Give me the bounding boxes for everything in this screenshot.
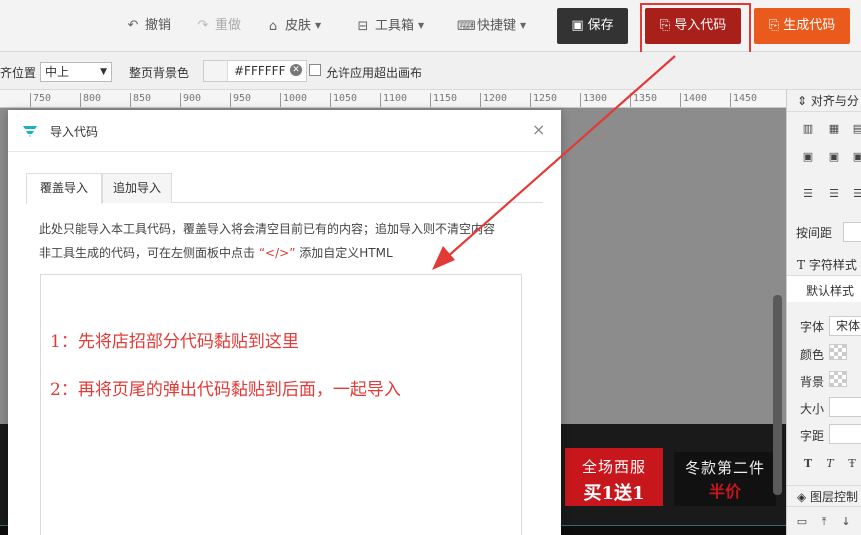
layer-control-header[interactable]: ◈ 图层控制 <box>787 485 861 507</box>
distribute-icon[interactable]: ☰ <box>851 188 861 200</box>
pin-icon: ⇕ <box>797 94 811 108</box>
ruler-tick: 900 <box>179 93 202 107</box>
align-left-icon[interactable]: ▥ <box>801 123 815 135</box>
page-bg-color-input[interactable]: #FFFFFF ✕ <box>203 60 307 82</box>
ruler-tick: 1250 <box>529 93 558 107</box>
code-icon: “</>” <box>258 246 296 260</box>
ruler-tick: 800 <box>79 93 102 107</box>
code-textarea[interactable]: 1：先将店招部分代码黏贴到这里 2：再将页尾的弹出代码黏贴到后面，一起导入 <box>40 274 522 535</box>
ruler-tick: 1050 <box>329 93 358 107</box>
instruction-step-1: 1：先将店招部分代码黏贴到这里 <box>50 332 299 352</box>
redo-button[interactable]: ↷ 重做 <box>195 16 241 36</box>
export-icon: ⎘ <box>768 18 780 33</box>
undo-button[interactable]: ↶ 撤销 <box>125 16 171 36</box>
keyboard-icon: ⌨ <box>457 18 476 34</box>
text-icon: T <box>797 258 809 272</box>
promo-winter: 冬款第二件 半价 <box>674 452 776 506</box>
align-panel-header[interactable]: ⇕ 对齐与分 <box>787 90 861 112</box>
generate-code-button[interactable]: ⎘ 生成代码 <box>754 8 850 44</box>
text-color-swatch[interactable] <box>829 344 847 360</box>
chevron-down-icon: ▼ <box>100 67 107 77</box>
spacing-label: 按间距 <box>796 226 833 240</box>
bold-icon[interactable]: T <box>801 458 815 470</box>
font-label: 字体 <box>800 320 825 334</box>
strikethrough-icon[interactable]: Ŧ <box>845 458 859 470</box>
chevron-down-icon: ▼ <box>520 21 527 30</box>
ruler-tick: 950 <box>229 93 252 107</box>
italic-icon[interactable]: T <box>823 458 837 470</box>
ruler-tick: 1450 <box>729 93 758 107</box>
tab-overwrite-import[interactable]: 覆盖导入 <box>26 173 102 204</box>
move-down-icon[interactable]: ↓ <box>839 516 853 528</box>
letter-spacing-input[interactable] <box>829 424 861 444</box>
ruler-tick: 1100 <box>379 93 408 107</box>
color-label: 颜色 <box>800 348 825 362</box>
redo-icon: ↷ <box>197 18 209 33</box>
close-icon[interactable]: × <box>532 120 545 139</box>
import-code-dialog: 导入代码 × 覆盖导入 追加导入 此处只能导入本工具代码，覆盖导入将会清空目前已… <box>8 110 561 535</box>
overflow-label: 允许应用超出画布 <box>326 66 423 80</box>
bring-front-icon[interactable]: ⤒ <box>817 516 831 528</box>
size-label: 大小 <box>800 402 825 416</box>
toolbox-menu[interactable]: ⊟ 工具箱 ▼ <box>355 16 425 36</box>
ruler-tick: 1150 <box>429 93 458 107</box>
color-swatch[interactable] <box>204 61 228 81</box>
layers-icon: ◈ <box>797 490 811 504</box>
chevron-down-icon: ▼ <box>418 21 425 30</box>
chevron-down-icon: ▼ <box>315 21 322 30</box>
logo-icon <box>23 126 37 137</box>
import-tabs: 覆盖导入 追加导入 <box>26 173 543 204</box>
instruction-step-2: 2：再将页尾的弹出代码黏贴到后面，一起导入 <box>50 380 401 400</box>
align-select[interactable]: 中上 ▼ <box>40 62 112 82</box>
page-bg-label: 整页背景色 <box>129 66 190 80</box>
folder-icon[interactable]: ▭ <box>795 516 809 528</box>
dialog-header: 导入代码 × <box>8 110 561 152</box>
import-code-button[interactable]: ⎘ 导入代码 <box>645 8 741 44</box>
import-icon: ⎘ <box>659 18 671 33</box>
background-label: 背景 <box>800 375 825 389</box>
ruler-tick: 750 <box>29 93 52 107</box>
ruler-tick: 1000 <box>279 93 308 107</box>
default-style-tab[interactable]: 默认样式 <box>787 276 861 302</box>
horizontal-ruler: 750 800 850 900 950 1000 1050 1100 1150 1200 1250 1… <box>0 90 790 108</box>
dialog-title: 导入代码 <box>50 125 99 139</box>
text-style-header[interactable]: T 字符样式 <box>787 254 861 276</box>
size-input[interactable] <box>829 397 861 417</box>
shirt-icon: ⌂ <box>268 18 278 34</box>
property-bar: 齐位置 中上 ▼ 整页背景色 #FFFFFF ✕ 允许应用超出画布 <box>0 52 861 90</box>
skin-menu[interactable]: ⌂ 皮肤 ▼ <box>265 16 321 36</box>
align-middle-icon[interactable]: ▣ <box>827 151 841 163</box>
ruler-tick: 1300 <box>579 93 608 107</box>
undo-icon: ↶ <box>127 18 139 33</box>
canvas-scrollbar[interactable] <box>773 295 782 495</box>
toolbox-icon: ⊟ <box>357 18 369 34</box>
promo-suits: 全场西服 买1送1 <box>565 448 663 506</box>
save-button[interactable]: ▣ 保存 <box>557 8 628 44</box>
top-toolbar: ↶ 撤销 ↷ 重做 ⌂ 皮肤 ▼ ⊟ 工具箱 ▼ ⌨快捷键 ▼ ▣ 保存 ⎘ 导入代码 ⎘ 生成代码 <box>0 0 861 52</box>
align-bottom-icon[interactable]: ▣ <box>851 151 861 163</box>
import-description: 此处只能导入本工具代码，覆盖导入将会清空目前已有的内容；追加导入则不清空内容 <box>39 222 496 236</box>
align-center-icon[interactable]: ▦ <box>827 123 841 135</box>
align-top-icon[interactable]: ▣ <box>801 151 815 163</box>
tab-append-import[interactable]: 追加导入 <box>102 173 172 203</box>
ruler-tick: 1350 <box>629 93 658 107</box>
distribute-h-icon[interactable]: ☰ <box>801 188 815 200</box>
text-bg-swatch[interactable] <box>829 371 847 387</box>
save-icon: ▣ <box>571 18 584 33</box>
overflow-checkbox[interactable] <box>309 64 321 76</box>
ruler-tick: 850 <box>129 93 152 107</box>
spacing-input[interactable] <box>843 222 861 242</box>
custom-html-hint: 非工具生成的代码，可在左侧面板中点击 “</>” 添加自定义HTML <box>39 246 393 260</box>
align-label: 齐位置 <box>0 66 37 80</box>
ruler-tick: 1200 <box>479 93 508 107</box>
align-right-icon[interactable]: ▤ <box>851 123 861 135</box>
letter-spacing-label: 字距 <box>800 429 825 443</box>
font-select[interactable]: 宋体 <box>829 316 861 336</box>
shortcuts-menu[interactable]: ⌨快捷键 ▼ <box>457 16 526 36</box>
distribute-v-icon[interactable]: ☰ <box>827 188 841 200</box>
right-panel: ⇕ 对齐与分 ▥ ▦ ▤ ▣ ▣ ▣ ☰ ☰ ☰ 按间距 T 字符样式 默认样式… <box>786 90 861 535</box>
ruler-tick: 1400 <box>679 93 708 107</box>
clear-icon[interactable]: ✕ <box>290 64 302 76</box>
